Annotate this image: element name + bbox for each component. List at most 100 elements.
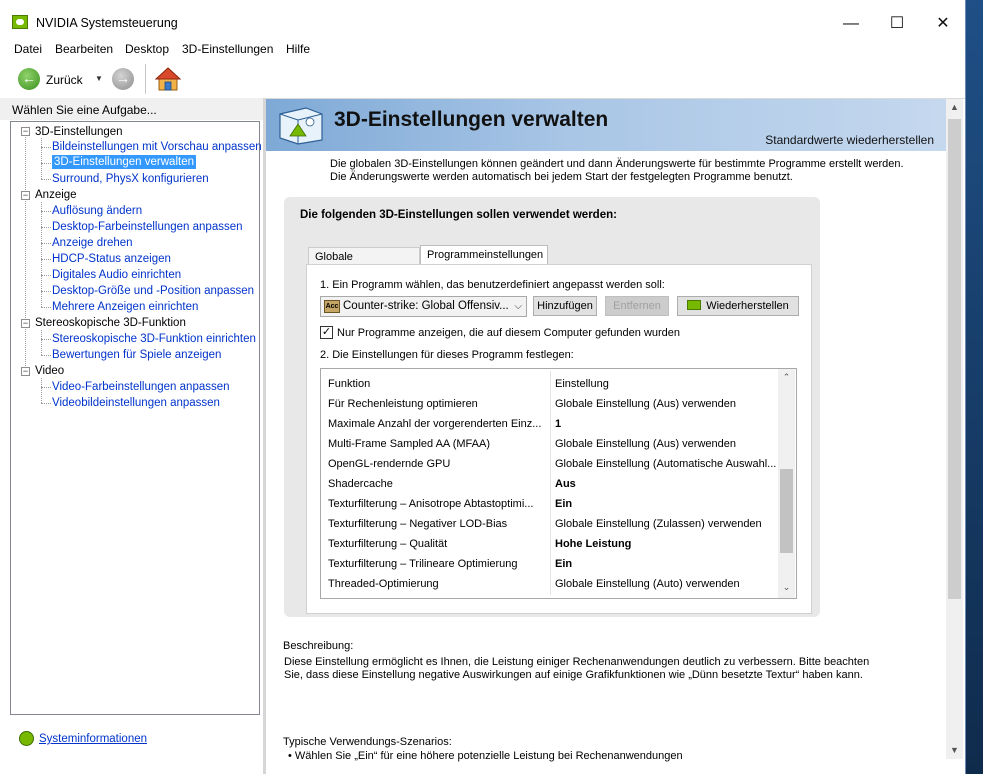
tree-item-anzeige-drehen[interactable]: Anzeige drehen bbox=[52, 236, 133, 250]
nvidia-icon bbox=[687, 300, 702, 310]
row-feature: Shadercache bbox=[328, 478, 393, 490]
row-setting[interactable]: Ein bbox=[555, 554, 572, 574]
collapse-anzeige-icon[interactable]: − bbox=[21, 191, 30, 200]
row-setting[interactable]: Globale Einstellung (Auto) verwenden bbox=[555, 574, 740, 594]
tree-item-hdcp[interactable]: HDCP-Status anzeigen bbox=[52, 252, 171, 266]
restore-button-label: Wiederherstellen bbox=[706, 300, 789, 312]
tree-connector bbox=[41, 227, 51, 228]
menu-3d-einstellungen[interactable]: 3D-Einstellungen bbox=[182, 42, 273, 56]
tree-connector bbox=[41, 355, 51, 356]
table-row[interactable]: Shadercache Aus bbox=[321, 474, 776, 494]
page-title: 3D-Einstellungen verwalten bbox=[334, 108, 609, 131]
back-history-dropdown-icon[interactable]: ▼ bbox=[95, 74, 103, 83]
tree-item-bildeinstellungen[interactable]: Bildeinstellungen mit Vorschau anpassen bbox=[52, 140, 262, 154]
collapse-3d-icon[interactable]: − bbox=[21, 127, 30, 136]
tree-connector bbox=[25, 137, 26, 374]
table-scroll-up-icon[interactable]: ⌃ bbox=[778, 369, 795, 386]
system-info-icon[interactable] bbox=[19, 731, 34, 746]
add-button[interactable]: Hinzufügen bbox=[533, 296, 597, 316]
row-setting[interactable]: Aus bbox=[555, 474, 576, 494]
scroll-down-icon[interactable]: ▼ bbox=[946, 742, 963, 759]
column-header-funktion[interactable]: Funktion bbox=[328, 378, 370, 390]
step1-label: 1. Ein Programm wählen, das benutzerdefi… bbox=[320, 279, 665, 291]
row-feature: Texturfilterung – Qualität bbox=[328, 538, 448, 550]
restore-button[interactable]: Wiederherstellen bbox=[677, 296, 799, 316]
tree-connector bbox=[41, 387, 51, 388]
restore-defaults-link[interactable]: Standardwerte wiederherstellen bbox=[765, 133, 934, 147]
tree-item-mehrere-anzeigen[interactable]: Mehrere Anzeigen einrichten bbox=[52, 300, 198, 314]
row-setting[interactable]: Globale Einstellung (Automatische Auswah… bbox=[555, 454, 776, 474]
back-button[interactable]: Zurück bbox=[46, 73, 83, 87]
program-select[interactable]: Acc Counter-strike: Global Offensiv... ⌵ bbox=[320, 296, 527, 317]
tree-group-3d-einstellungen[interactable]: 3D-Einstellungen bbox=[35, 125, 123, 139]
tree-item-spielbewertungen[interactable]: Bewertungen für Spiele anzeigen bbox=[52, 348, 221, 362]
checkbox-label[interactable]: Nur Programme anzeigen, die auf diesem C… bbox=[337, 327, 680, 339]
tab-programmeinstellungen[interactable]: Programmeinstellungen bbox=[420, 245, 548, 265]
row-setting[interactable]: Globale Einstellung (Zulassen) verwenden bbox=[555, 514, 762, 534]
typical-scenarios-title: Typische Verwendungs-Szenarios: bbox=[283, 736, 452, 748]
task-tree: − 3D-Einstellungen Bildeinstellungen mit… bbox=[10, 121, 262, 715]
menu-datei[interactable]: Datei bbox=[14, 42, 42, 56]
system-info-link[interactable]: Systeminformationen bbox=[39, 733, 147, 745]
row-feature: OpenGL-rendernde GPU bbox=[328, 458, 451, 470]
task-header: Wählen Sie eine Aufgabe... bbox=[0, 98, 263, 120]
table-scroll-thumb[interactable] bbox=[780, 469, 793, 553]
tree-item-desktop-farbe[interactable]: Desktop-Farbeinstellungen anpassen bbox=[52, 220, 243, 234]
tree-item-desktop-groesse[interactable]: Desktop-Größe und -Position anpassen bbox=[52, 284, 254, 298]
row-setting[interactable]: Ein bbox=[555, 494, 572, 514]
table-row[interactable]: OpenGL-rendernde GPU Globale Einstellung … bbox=[321, 454, 776, 474]
table-row[interactable]: Multi-Frame Sampled AA (MFAA) Globale Ein… bbox=[321, 434, 776, 454]
tree-group-video[interactable]: Video bbox=[35, 364, 64, 378]
row-setting[interactable]: Hohe Leistung bbox=[555, 534, 631, 554]
tree-connector bbox=[41, 179, 51, 180]
app-window: NVIDIA Systemsteuerung — ☐ ✕ Datei Bearb… bbox=[0, 0, 965, 774]
forward-arrow-icon[interactable]: → bbox=[112, 68, 134, 90]
window-title: NVIDIA Systemsteuerung bbox=[36, 16, 178, 30]
row-setting[interactable]: Globale Einstellung (Aus) verwenden bbox=[555, 394, 736, 414]
table-row[interactable]: Texturfilterung – Trilineare Optimierung… bbox=[321, 554, 776, 574]
tree-group-anzeige[interactable]: Anzeige bbox=[35, 188, 77, 202]
row-setting[interactable]: 1 bbox=[555, 414, 561, 434]
row-setting[interactable]: Globale Einstellung (Aus) verwenden bbox=[555, 434, 736, 454]
collapse-stereo-icon[interactable]: − bbox=[21, 319, 30, 328]
tree-item-stereo-einrichten[interactable]: Stereoskopische 3D-Funktion einrichten bbox=[52, 332, 256, 346]
home-icon[interactable] bbox=[155, 66, 181, 92]
table-row[interactable]: Für Rechenleistung optimieren Globale Ein… bbox=[321, 394, 776, 414]
tree-group-stereoskopisch[interactable]: Stereoskopische 3D-Funktion bbox=[35, 316, 186, 330]
tree-connector bbox=[41, 259, 51, 260]
table-row[interactable]: Threaded-Optimierung Globale Einstellung … bbox=[321, 574, 776, 594]
tree-item-aufloesung[interactable]: Auflösung ändern bbox=[52, 204, 142, 218]
menu-desktop[interactable]: Desktop bbox=[125, 42, 169, 56]
back-arrow-icon[interactable]: ← bbox=[18, 68, 40, 90]
remove-button[interactable]: Entfernen bbox=[605, 296, 669, 316]
menu-bearbeiten[interactable]: Bearbeiten bbox=[55, 42, 113, 56]
scroll-up-icon[interactable]: ▲ bbox=[946, 99, 963, 116]
minimize-button[interactable]: — bbox=[828, 10, 874, 38]
tree-item-surround-physx[interactable]: Surround, PhysX konfigurieren bbox=[52, 172, 209, 186]
program-icon: Acc bbox=[324, 300, 340, 313]
tree-item-3d-einstellungen-verwalten[interactable]: 3D-Einstellungen verwalten bbox=[52, 155, 196, 169]
content-scroll-thumb[interactable] bbox=[948, 119, 961, 599]
content-scrollbar[interactable]: ▲ ▼ bbox=[946, 99, 963, 759]
row-feature: Texturfilterung – Trilineare Optimierung bbox=[328, 558, 518, 570]
menu-hilfe[interactable]: Hilfe bbox=[286, 42, 310, 56]
table-row[interactable]: Maximale Anzahl der vorgerenderten Einz.… bbox=[321, 414, 776, 434]
maximize-button[interactable]: ☐ bbox=[874, 10, 920, 38]
chevron-down-icon: ⌵ bbox=[514, 301, 522, 312]
show-found-programs-checkbox[interactable]: ✓ bbox=[320, 326, 333, 339]
tree-connector bbox=[41, 147, 51, 148]
row-feature: Texturfilterung – Negativer LOD-Bias bbox=[328, 518, 508, 530]
collapse-video-icon[interactable]: − bbox=[21, 367, 30, 376]
table-row[interactable]: Texturfilterung – Anisotrope Abtastoptim… bbox=[321, 494, 776, 514]
table-scroll-down-icon[interactable]: ⌄ bbox=[778, 579, 795, 596]
row-feature: Für Rechenleistung optimieren bbox=[328, 398, 478, 410]
tree-item-video-farbe[interactable]: Video-Farbeinstellungen anpassen bbox=[52, 380, 230, 394]
tree-item-digitales-audio[interactable]: Digitales Audio einrichten bbox=[52, 268, 181, 282]
tree-connector bbox=[41, 339, 51, 340]
column-header-einstellung[interactable]: Einstellung bbox=[555, 378, 609, 390]
table-row[interactable]: Texturfilterung – Qualität Hohe Leistung bbox=[321, 534, 776, 554]
close-button[interactable]: ✕ bbox=[920, 10, 966, 38]
table-row[interactable]: Texturfilterung – Negativer LOD-Bias Glob… bbox=[321, 514, 776, 534]
table-scrollbar[interactable]: ⌃ ⌄ bbox=[778, 369, 795, 598]
tree-item-videobild[interactable]: Videobildeinstellungen anpassen bbox=[52, 396, 220, 410]
